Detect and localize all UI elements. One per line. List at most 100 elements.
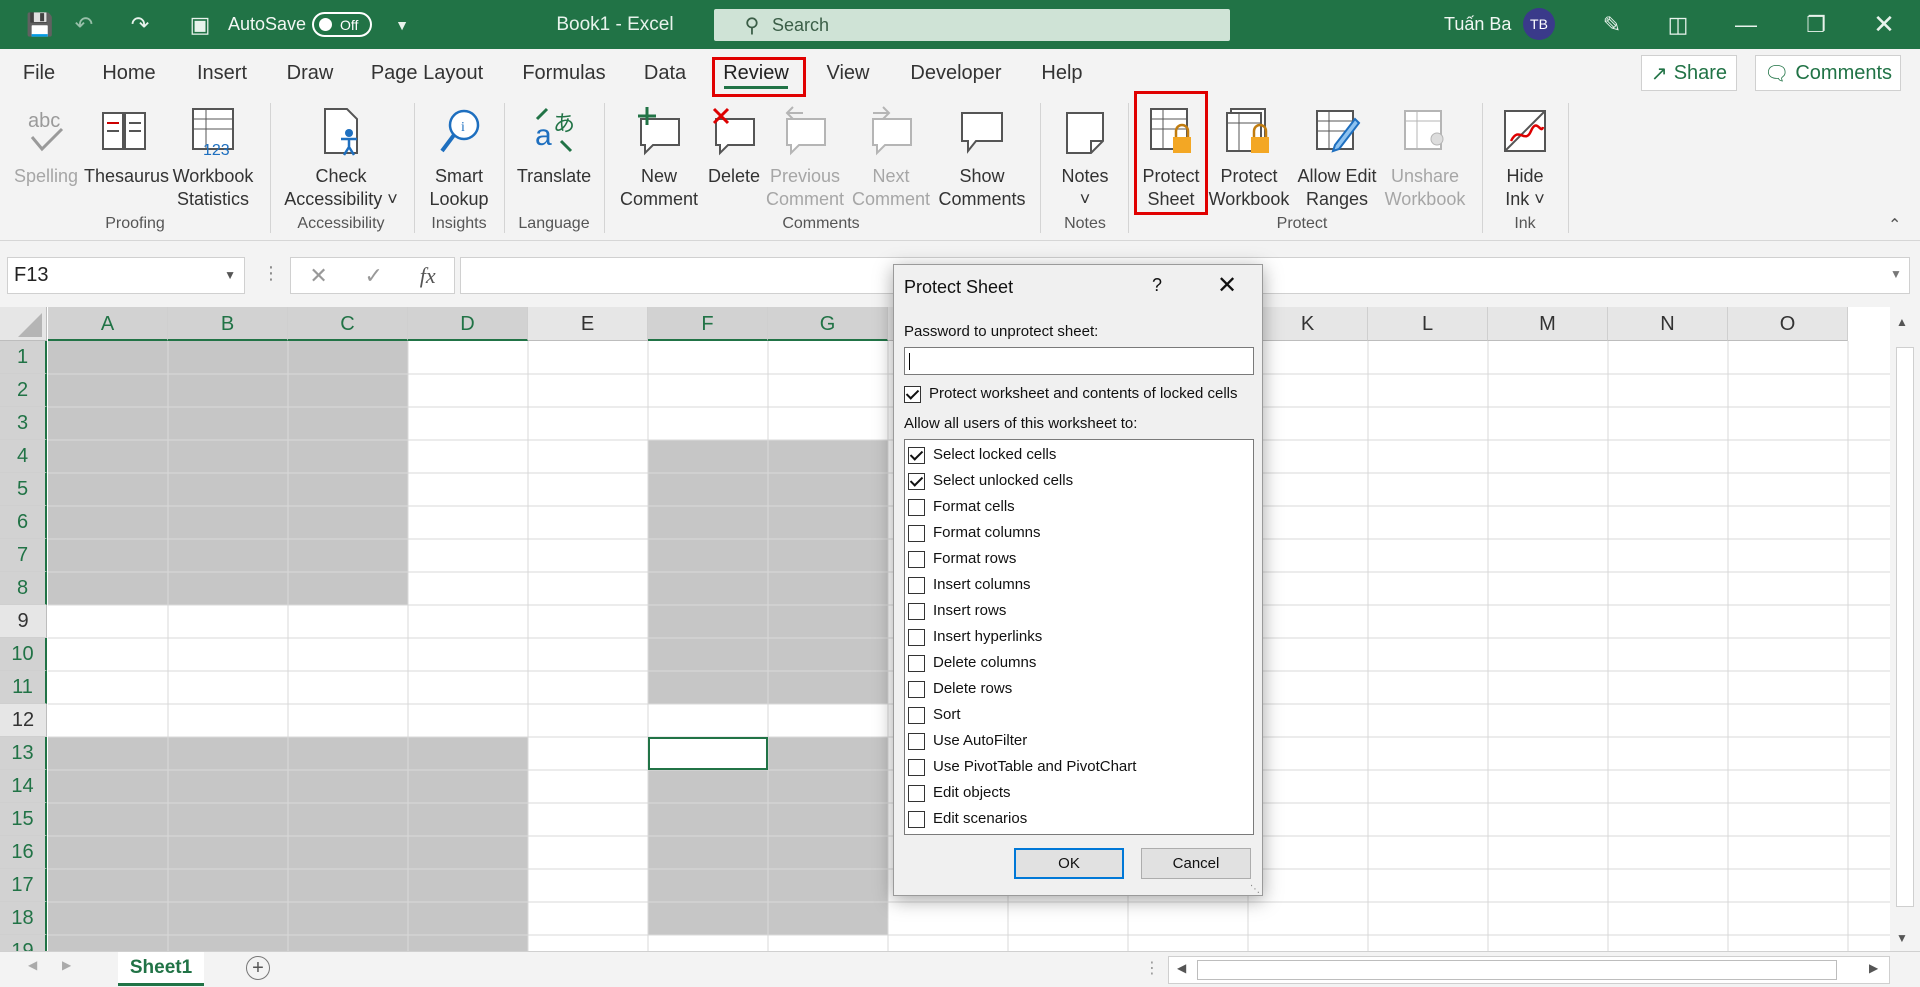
collapse-ribbon-icon[interactable]: ⌃ [1888,215,1901,235]
tab-view[interactable]: View [820,49,876,97]
tab-file[interactable]: File [12,49,66,97]
tab-page-layout[interactable]: Page Layout [364,49,490,97]
scroll-down-icon[interactable]: ▼ [1896,931,1908,945]
resize-grip-icon[interactable]: ⋱ [1250,884,1260,895]
tab-home[interactable]: Home [94,49,164,97]
row-header-1[interactable]: 1 [0,341,47,374]
check-accessibility-button[interactable]: Check Accessibility ˅ [280,97,402,212]
row-header-17[interactable]: 17 [0,869,47,902]
permission-item[interactable]: Use AutoFilter [905,728,1253,754]
ribbon-display-icon[interactable]: ◫ [1658,0,1698,49]
row-header-12[interactable]: 12 [0,704,47,737]
hide-ink-button[interactable]: Hide Ink ˅ [1492,97,1558,212]
expand-formula-bar-icon[interactable]: ▼ [1890,267,1902,281]
tab-formulas[interactable]: Formulas [516,49,612,97]
checkbox[interactable] [908,732,925,750]
column-header-g[interactable]: G [768,307,888,341]
protect-contents-checkbox[interactable]: Protect worksheet and contents of locked… [904,385,1238,403]
insert-function-icon[interactable]: fx [420,263,436,289]
row-header-14[interactable]: 14 [0,770,47,803]
workbook-statistics-button[interactable]: 123 Workbook Statistics [168,97,258,212]
permission-item[interactable]: Use PivotTable and PivotChart [905,754,1253,780]
scroll-up-icon[interactable]: ▲ [1896,315,1908,329]
row-header-15[interactable]: 15 [0,803,47,836]
column-header-a[interactable]: A [48,307,168,341]
permission-item[interactable]: Select locked cells [905,442,1253,468]
column-header-b[interactable]: B [168,307,288,341]
row-header-5[interactable]: 5 [0,473,47,506]
permission-item[interactable]: Edit scenarios [905,806,1253,832]
previous-comment-button[interactable]: Previous Comment [764,97,846,212]
undo-icon[interactable]: ↶ [64,0,104,49]
horizontal-scroll-thumb[interactable] [1197,960,1837,980]
search-box[interactable]: ⚲ Search [714,9,1230,41]
permission-item[interactable]: Edit objects [905,780,1253,806]
close-icon[interactable]: ✕ [1217,271,1237,300]
row-header-19[interactable]: 19 [0,935,47,951]
checkbox[interactable] [908,576,925,594]
translate-button[interactable]: aあ Translate [512,97,596,212]
permission-item[interactable]: Format cells [905,494,1253,520]
chevron-down-icon[interactable]: ▼ [224,258,236,293]
splitter-icon[interactable]: ⋮ [1144,958,1160,978]
row-header-13[interactable]: 13 [0,737,47,770]
permission-item[interactable]: Delete columns [905,650,1253,676]
select-all-button[interactable] [0,307,47,341]
thesaurus-button[interactable]: Thesaurus [84,97,169,212]
ok-button[interactable]: OK [1014,848,1124,879]
column-header-k[interactable]: K [1248,307,1368,341]
row-header-3[interactable]: 3 [0,407,47,440]
column-header-d[interactable]: D [408,307,528,341]
name-box[interactable]: F13 ▼ [7,257,245,294]
cancel-icon[interactable]: ✕ [309,263,327,289]
close-icon[interactable]: ✕ [1864,0,1904,49]
next-comment-button[interactable]: Next Comment [850,97,932,212]
column-header-e[interactable]: E [528,307,648,341]
column-header-o[interactable]: O [1728,307,1848,341]
permission-item[interactable]: Sort [905,702,1253,728]
row-header-18[interactable]: 18 [0,902,47,935]
spelling-button[interactable]: abc Spelling [8,97,84,212]
checkbox[interactable] [908,654,925,672]
checkbox[interactable] [908,810,925,828]
checkbox[interactable] [908,498,925,516]
checkbox[interactable] [908,680,925,698]
allow-edit-ranges-button[interactable]: Allow Edit Ranges [1292,97,1382,212]
tab-review[interactable]: Review [712,49,800,97]
row-header-6[interactable]: 6 [0,506,47,539]
checkbox[interactable] [908,784,925,802]
permission-item[interactable]: Insert rows [905,598,1253,624]
column-header-l[interactable]: L [1368,307,1488,341]
add-sheet-icon[interactable]: + [246,956,270,980]
vertical-scroll-thumb[interactable] [1896,347,1914,907]
customize-qat-icon[interactable]: ▼ [382,0,422,49]
share-button[interactable]: ↗ Share [1641,55,1737,91]
active-cell[interactable] [648,737,768,770]
permission-item[interactable]: Select unlocked cells [905,468,1253,494]
checkbox[interactable] [908,628,925,646]
smart-lookup-button[interactable]: i Smart Lookup [422,97,496,212]
checkbox[interactable] [908,602,925,620]
password-input[interactable] [904,347,1254,375]
row-header-16[interactable]: 16 [0,836,47,869]
row-header-7[interactable]: 7 [0,539,47,572]
avatar[interactable]: TB [1523,8,1555,40]
row-header-2[interactable]: 2 [0,374,47,407]
permission-item[interactable]: Delete rows [905,676,1253,702]
scroll-left-icon[interactable]: ◀ [1177,961,1186,975]
notes-button[interactable]: Notes ˅ [1050,97,1120,212]
column-header-c[interactable]: C [288,307,408,341]
permissions-list[interactable]: Select locked cells Select unlocked cells… [904,439,1254,835]
row-header-9[interactable]: 9 [0,605,47,638]
tab-draw[interactable]: Draw [280,49,340,97]
tab-insert[interactable]: Insert [190,49,254,97]
column-header-n[interactable]: N [1608,307,1728,341]
row-header-4[interactable]: 4 [0,440,47,473]
row-header-8[interactable]: 8 [0,572,47,605]
scroll-right-icon[interactable]: ▶ [1869,961,1878,975]
checkbox[interactable] [908,472,925,490]
checkbox[interactable] [908,758,925,776]
checkbox[interactable] [908,446,925,464]
permission-item[interactable]: Insert hyperlinks [905,624,1253,650]
restore-icon[interactable]: ❐ [1796,0,1836,49]
